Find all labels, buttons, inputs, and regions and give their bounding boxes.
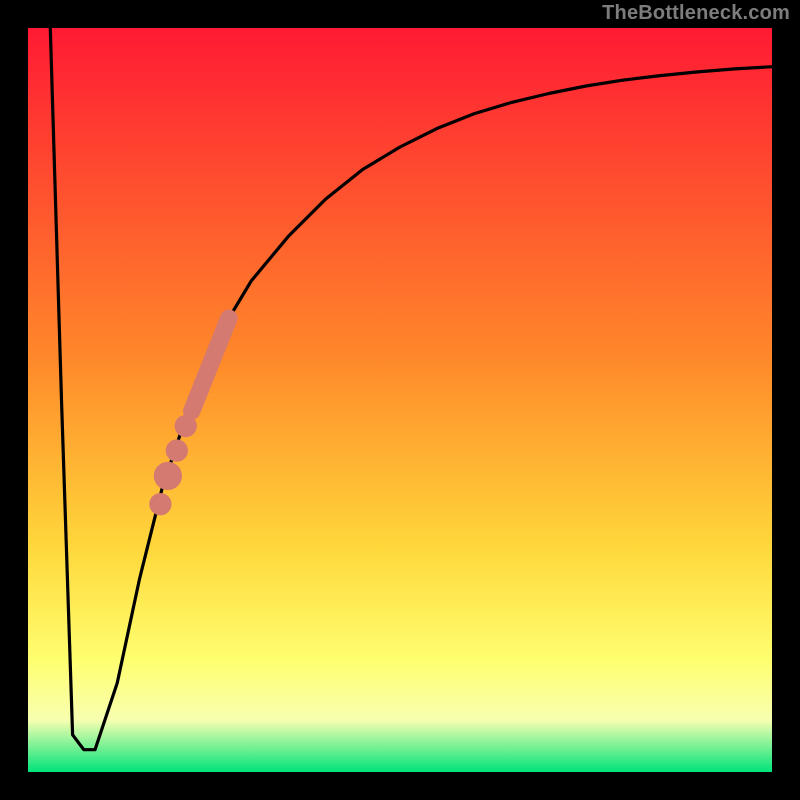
attribution-label: TheBottleneck.com [602,2,790,25]
chart-svg [0,0,800,800]
chart-container: TheBottleneck.com [0,0,800,800]
marker-dot [175,415,197,437]
plot-background [28,28,772,772]
marker-dot [154,462,182,490]
marker-dot [149,493,171,515]
marker-dot [166,439,188,461]
